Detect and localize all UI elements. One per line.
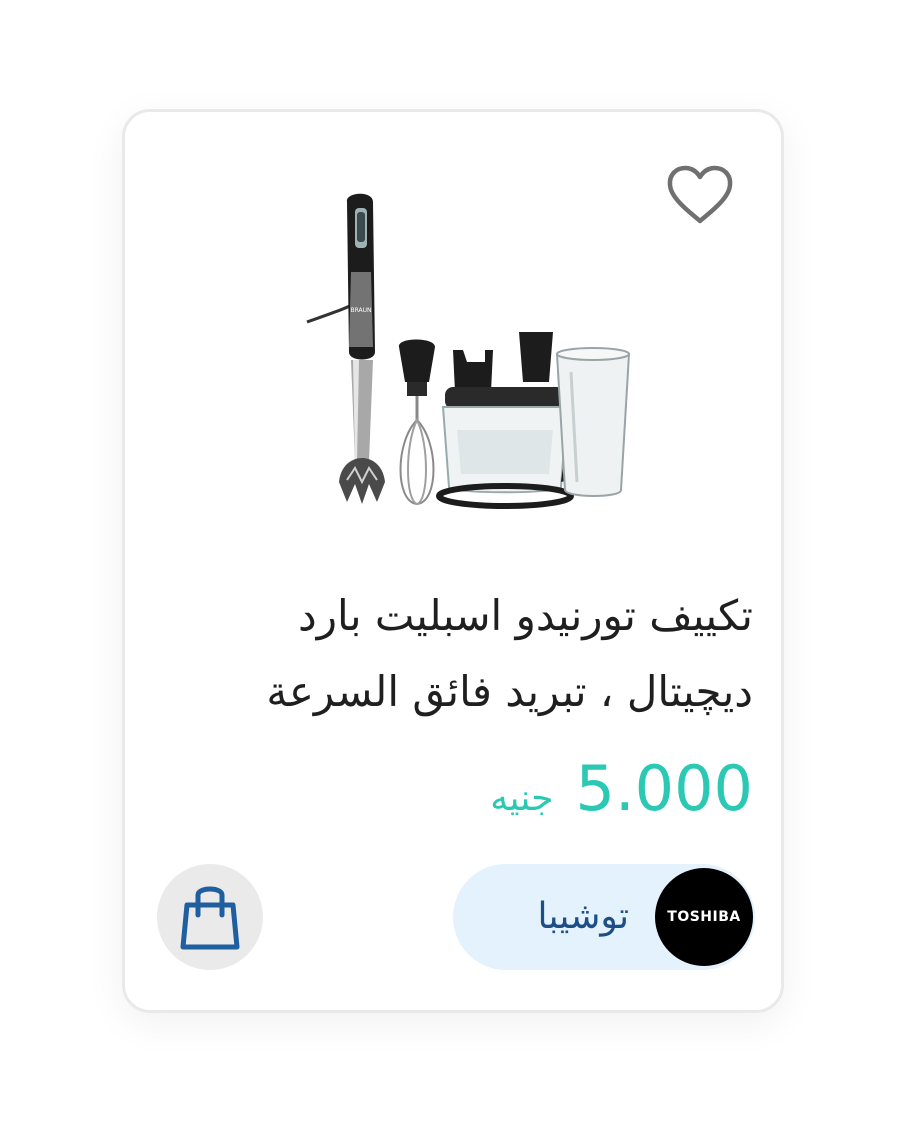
brand-chip[interactable]: TOSHIBA توشيبا [453,864,755,970]
product-title[interactable]: تكييف تورنيدو اسبليت بارد ديچيتال ، تبري… [165,578,753,730]
brand-name: توشيبا [537,896,629,937]
whisk-illustration [398,339,435,506]
braun-logo-text: BRAUN [350,307,371,314]
price-value: 5.000 [575,752,754,825]
beaker-illustration [555,347,631,497]
price: 5.000 جنيه [490,752,753,825]
product-image: BRAUN [306,193,631,509]
heart-outline-icon [667,165,733,224]
brand-logo: TOSHIBA [655,868,753,966]
price-currency: جنيه [490,778,554,819]
add-to-cart-button[interactable] [157,864,263,970]
hand-blender-illustration: BRAUN [339,193,385,504]
favorite-button[interactable] [665,164,735,226]
product-card[interactable]: BRAUN تكييف تورنيدو اسبليت بارد ديچيتال … [122,109,784,1013]
shopping-bag-icon [180,886,240,950]
